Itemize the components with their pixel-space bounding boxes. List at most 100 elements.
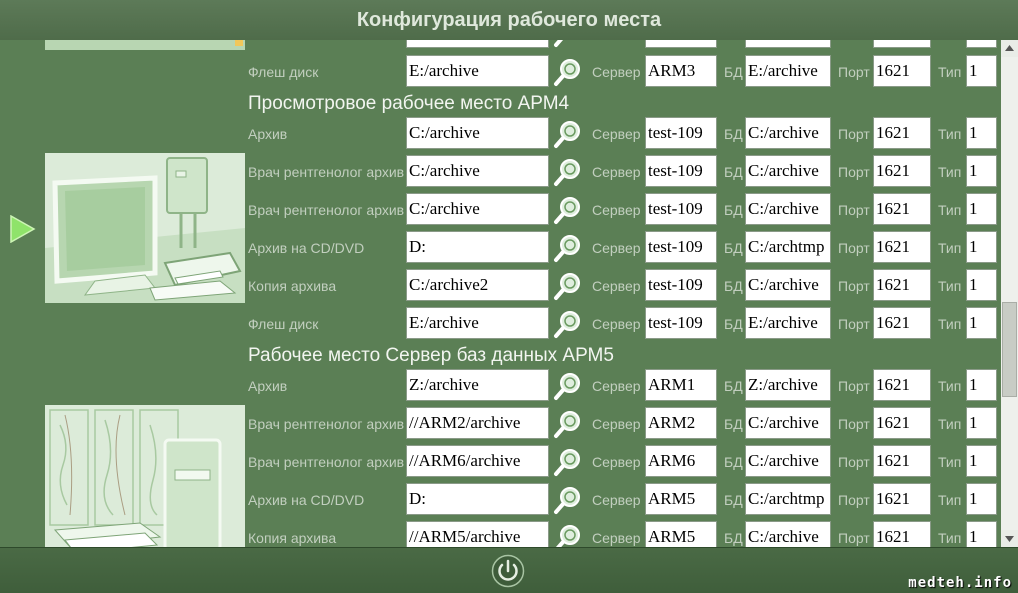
scroll-track[interactable]: [1001, 57, 1018, 530]
db-field[interactable]: E:/archive: [745, 307, 831, 339]
server-field[interactable]: test-109: [645, 117, 717, 149]
magnifier-icon[interactable]: [553, 195, 583, 225]
path-field[interactable]: C:/archive: [406, 155, 549, 187]
path-field[interactable]: E:/archive: [406, 55, 549, 87]
server-field[interactable]: test-109: [645, 193, 717, 225]
config-row: [0, 40, 1001, 51]
path-field[interactable]: //ARM6/archive: [406, 445, 549, 477]
db-field[interactable]: C:/archive: [745, 193, 831, 225]
port-key: Порт: [838, 378, 870, 394]
magnifier-icon[interactable]: [553, 409, 583, 439]
server-key: Сервер: [592, 164, 641, 180]
type-field[interactable]: 1: [966, 369, 997, 401]
magnifier-icon[interactable]: [553, 447, 583, 477]
type-field[interactable]: 1: [966, 55, 997, 87]
magnifier-icon[interactable]: [553, 40, 583, 48]
magnifier-icon[interactable]: [553, 523, 583, 547]
type-field[interactable]: [966, 40, 997, 48]
port-field[interactable]: [873, 40, 931, 48]
type-field[interactable]: 1: [966, 407, 997, 439]
type-field[interactable]: 1: [966, 117, 997, 149]
config-list[interactable]: Флеш диск E:/archive Сервер ARM3 БД E:/a…: [0, 40, 1001, 547]
magnifier-icon[interactable]: [553, 119, 583, 149]
server-field[interactable]: test-109: [645, 155, 717, 187]
path-field[interactable]: [406, 40, 549, 48]
path-field[interactable]: //ARM5/archive: [406, 521, 549, 547]
db-field[interactable]: C:/archive: [745, 521, 831, 547]
port-field[interactable]: 1621: [873, 407, 931, 439]
port-key: Порт: [838, 202, 870, 218]
db-field[interactable]: C:/archive: [745, 445, 831, 477]
type-field[interactable]: 1: [966, 483, 997, 515]
scroll-up-arrow-icon[interactable]: [1001, 40, 1018, 57]
port-field[interactable]: 1621: [873, 231, 931, 263]
title-bar: Конфигурация рабочего места: [0, 0, 1018, 41]
type-field[interactable]: 1: [966, 269, 997, 301]
server-field[interactable]: ARM5: [645, 483, 717, 515]
port-field[interactable]: 1621: [873, 269, 931, 301]
port-key: Порт: [838, 126, 870, 142]
path-field[interactable]: D:: [406, 231, 549, 263]
path-field[interactable]: D:: [406, 483, 549, 515]
section-title-arm5: Рабочее место Сервер баз данных АРМ5: [248, 345, 614, 366]
magnifier-icon[interactable]: [553, 233, 583, 263]
magnifier-icon[interactable]: [553, 157, 583, 187]
server-field[interactable]: ARM6: [645, 445, 717, 477]
db-field[interactable]: C:/archtmp: [745, 483, 831, 515]
magnifier-icon[interactable]: [553, 309, 583, 339]
db-key: БД: [724, 240, 743, 256]
db-key: БД: [724, 530, 743, 546]
type-field[interactable]: 1: [966, 231, 997, 263]
server-field[interactable]: [645, 40, 717, 48]
type-field[interactable]: 1: [966, 521, 997, 547]
path-field[interactable]: Z:/archive: [406, 369, 549, 401]
vertical-scrollbar[interactable]: [1001, 40, 1018, 547]
magnifier-icon[interactable]: [553, 271, 583, 301]
port-field[interactable]: 1621: [873, 521, 931, 547]
path-field[interactable]: C:/archive: [406, 117, 549, 149]
server-field[interactable]: ARM1: [645, 369, 717, 401]
magnifier-icon[interactable]: [553, 485, 583, 515]
path-field[interactable]: C:/archive: [406, 193, 549, 225]
magnifier-icon[interactable]: [553, 57, 583, 87]
server-field[interactable]: test-109: [645, 269, 717, 301]
scroll-down-arrow-icon[interactable]: [1001, 530, 1018, 547]
port-field[interactable]: 1621: [873, 445, 931, 477]
port-field[interactable]: 1621: [873, 155, 931, 187]
port-field[interactable]: 1621: [873, 369, 931, 401]
port-field[interactable]: 1621: [873, 117, 931, 149]
port-field[interactable]: 1621: [873, 483, 931, 515]
server-field[interactable]: ARM5: [645, 521, 717, 547]
db-field[interactable]: C:/archive: [745, 407, 831, 439]
server-field[interactable]: test-109: [645, 231, 717, 263]
db-field[interactable]: C:/archtmp: [745, 231, 831, 263]
server-field[interactable]: ARM3: [645, 55, 717, 87]
server-field[interactable]: test-109: [645, 307, 717, 339]
port-field[interactable]: 1621: [873, 307, 931, 339]
section-title-arm4: Просмотровое рабочее место АРМ4: [248, 93, 570, 114]
magnifier-icon[interactable]: [553, 371, 583, 401]
path-field[interactable]: E:/archive: [406, 307, 549, 339]
db-field[interactable]: C:/archive: [745, 269, 831, 301]
type-field[interactable]: 1: [966, 307, 997, 339]
db-field[interactable]: [745, 40, 831, 48]
scroll-thumb[interactable]: [1002, 302, 1017, 397]
db-field[interactable]: E:/archive: [745, 55, 831, 87]
type-key: Тип: [938, 492, 962, 508]
db-field[interactable]: C:/archive: [745, 117, 831, 149]
db-field[interactable]: Z:/archive: [745, 369, 831, 401]
path-field[interactable]: C:/archive2: [406, 269, 549, 301]
type-field[interactable]: 1: [966, 155, 997, 187]
port-field[interactable]: 1621: [873, 193, 931, 225]
config-row: Архив Z:/archive Сервер ARM1 БД Z:/archive Пор…: [0, 366, 1001, 404]
power-icon[interactable]: [491, 554, 525, 588]
row-label: Врач рентгенолог архив: [248, 416, 405, 432]
db-field[interactable]: C:/archive: [745, 155, 831, 187]
type-key: Тип: [938, 240, 962, 256]
type-field[interactable]: 1: [966, 193, 997, 225]
type-field[interactable]: 1: [966, 445, 997, 477]
db-key: БД: [724, 126, 743, 142]
server-field[interactable]: ARM2: [645, 407, 717, 439]
port-field[interactable]: 1621: [873, 55, 931, 87]
path-field[interactable]: //ARM2/archive: [406, 407, 549, 439]
